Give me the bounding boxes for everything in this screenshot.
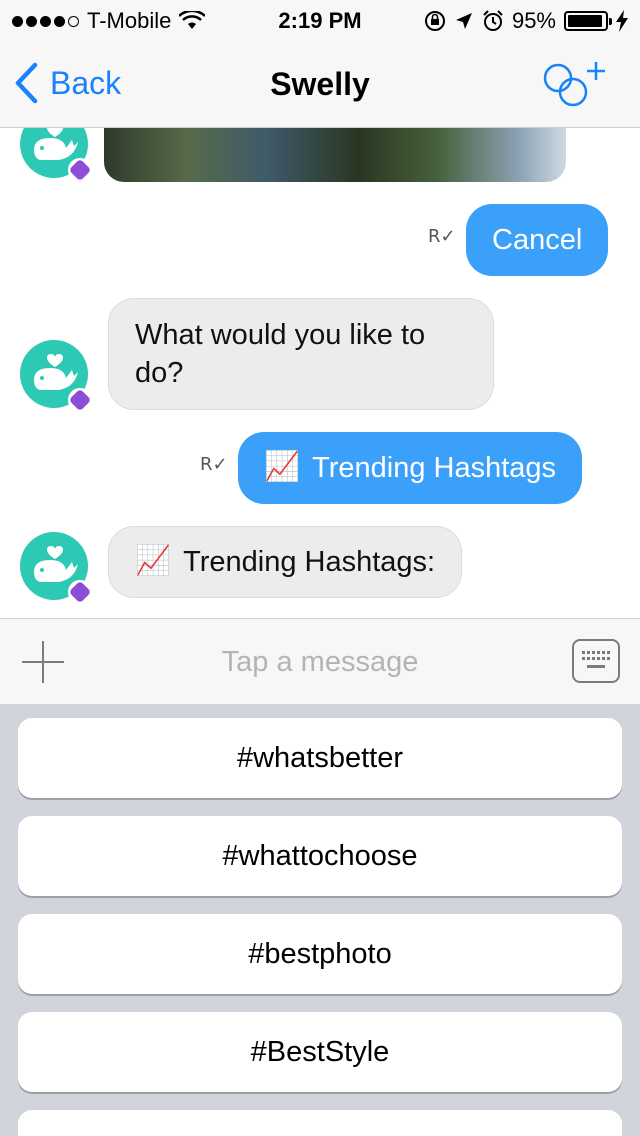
chevron-left-icon	[15, 62, 38, 104]
add-people-icon	[543, 62, 605, 107]
read-receipt-icon: R✓	[200, 454, 228, 475]
keyboard-icon	[582, 651, 610, 668]
outgoing-message[interactable]: Cancel	[466, 204, 609, 276]
message-text: Trending Hashtags:	[183, 546, 436, 578]
incoming-message[interactable]: What would you like to do?	[108, 298, 494, 410]
keyboard-toggle-button[interactable]	[572, 639, 620, 683]
navigation-bar: Back Swelly	[0, 40, 640, 128]
add-attachment-button[interactable]	[22, 641, 64, 683]
outgoing-message[interactable]: 📈 Trending Hashtags	[238, 432, 583, 504]
orientation-lock-icon	[424, 11, 445, 31]
back-button[interactable]: Back	[14, 62, 121, 104]
add-people-button[interactable]	[542, 58, 612, 108]
suggestion-button[interactable]: #whattochoose	[18, 816, 622, 896]
status-right: 95%	[424, 8, 628, 34]
message-text: What would you like to do?	[135, 319, 426, 389]
charging-bolt-icon	[616, 10, 628, 32]
message-input-bar	[0, 618, 640, 704]
battery-percentage: 95%	[511, 8, 556, 33]
suggestion-button[interactable]: #BestStyle	[18, 1012, 622, 1092]
message-list[interactable]: k· R✓ Cancel What would you like to do? …	[0, 128, 640, 618]
suggestion-button[interactable]: #bestphoto	[18, 914, 622, 994]
message-text: Trending Hashtags	[312, 452, 557, 484]
message-text: Cancel	[492, 224, 583, 256]
status-bar: T-Mobile 2:19 PM 95%	[0, 0, 640, 40]
kik-badge-icon	[68, 158, 92, 182]
back-label: Back	[50, 64, 122, 101]
battery-icon	[564, 11, 612, 31]
avatar[interactable]	[20, 532, 92, 604]
location-arrow-icon	[455, 13, 472, 29]
suggestion-button[interactable]: #whatsbetter	[18, 718, 622, 798]
incoming-message[interactable]: 📈 Trending Hashtags:	[108, 526, 463, 598]
read-receipt-icon: R✓	[428, 226, 456, 247]
kik-badge-icon	[68, 580, 92, 604]
alarm-clock-icon	[483, 10, 503, 31]
image-message[interactable]: k·	[104, 128, 566, 182]
avatar[interactable]	[20, 128, 92, 182]
avatar[interactable]	[20, 340, 92, 412]
chart-increasing-icon: 📈	[264, 451, 301, 484]
kik-logo-icon: k·	[522, 128, 550, 135]
message-input[interactable]	[90, 637, 550, 687]
suggestion-button[interactable]	[18, 1110, 622, 1136]
suggested-responses: #whatsbetter #whattochoose #bestphoto #B…	[0, 704, 640, 1136]
chart-increasing-icon: 📈	[135, 545, 172, 578]
kik-badge-icon	[68, 388, 92, 412]
